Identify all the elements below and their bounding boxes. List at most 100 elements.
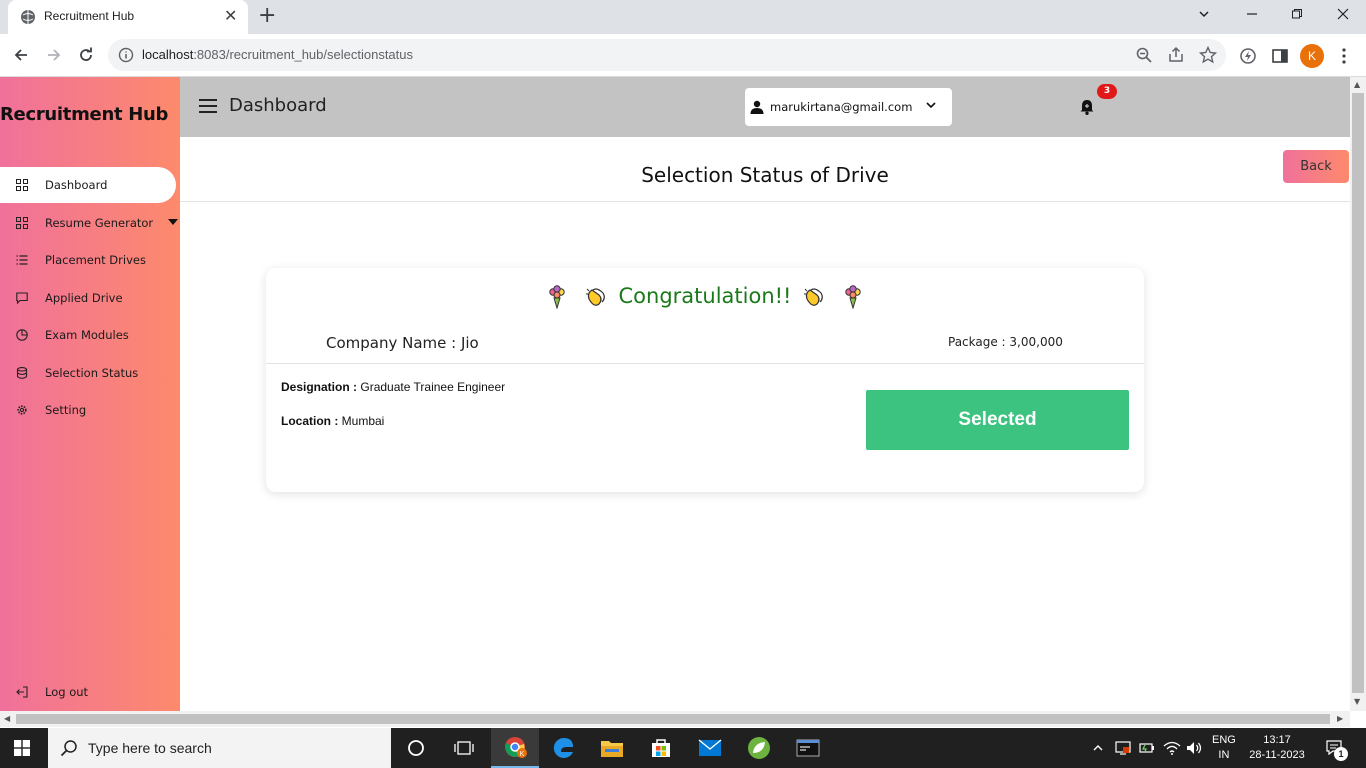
brand-title: Recruitment Hub [0,104,169,125]
battery-icon[interactable] [1139,740,1155,756]
monitor-icon[interactable] [1115,740,1131,756]
scroll-right-icon[interactable]: ▶ [1337,714,1343,723]
bell-icon[interactable] [1079,99,1095,115]
designation-row: Designation : Graduate Trainee Engineer [281,380,505,394]
language-indicator[interactable]: ENG IN [1212,733,1236,763]
package-value: Package : 3,00,000 [948,335,1063,349]
vertical-scroll-thumb[interactable] [1352,93,1364,693]
file-explorer-taskbar-button[interactable] [588,728,636,768]
sidebar-item-label: Setting [45,403,87,417]
chevron-up-icon[interactable] [1092,742,1104,754]
bouquet-icon [549,285,565,309]
page-header: Selection Status of Drive Back [180,137,1350,202]
new-tab-button[interactable]: + [258,4,276,28]
sidebar-item-placement-drives[interactable]: Placement Drives [0,242,176,278]
scroll-left-icon[interactable]: ◀ [4,714,10,723]
side-panel-icon[interactable] [1271,47,1289,65]
zoom-icon[interactable] [1135,46,1153,64]
chevron-down-icon [926,102,936,109]
address-bar[interactable]: localhost:8083/recruitment_hub/selection… [108,39,1226,71]
scroll-up-icon[interactable]: ▲ [1354,80,1360,89]
edge-taskbar-button[interactable] [540,728,588,768]
close-window-button[interactable] [1331,4,1355,26]
congrats-text: Congratulation!! [618,284,792,308]
sidebar-item-setting[interactable]: Setting [0,392,176,428]
selection-status-button[interactable]: Selected [866,390,1129,450]
extension-icon[interactable] [1239,47,1257,65]
url-text[interactable]: localhost:8083/recruitment_hub/selection… [142,47,413,62]
sidebar-item-selection-status[interactable]: Selection Status [0,355,176,391]
forward-nav-button[interactable] [41,42,67,68]
search-icon [60,740,77,757]
back-button[interactable]: Back [1283,150,1349,183]
info-icon[interactable] [118,47,134,63]
reload-button[interactable] [73,42,99,68]
search-placeholder: Type here to search [88,740,212,756]
tab-search-button[interactable] [1192,4,1216,26]
task-view-button[interactable] [440,728,488,768]
logout-icon [16,686,28,698]
user-email: marukirtana@gmail.com [770,100,913,114]
sidebar-item-dashboard[interactable]: Dashboard [0,167,176,203]
tab-close-button[interactable]: ✕ [224,7,237,25]
sidebar: Recruitment Hub Dashboard Resume Generat… [0,77,180,711]
location-row: Location : Mumbai [281,414,384,428]
star-icon[interactable] [1199,46,1217,64]
profile-avatar[interactable]: K [1300,44,1324,68]
spring-taskbar-button[interactable] [735,728,783,768]
edge-icon [553,737,573,758]
restore-button[interactable] [1285,4,1309,26]
sidebar-item-label: Selection Status [45,366,139,380]
browser-tab-strip: Recruitment Hub ✕ + [0,0,1366,34]
designation-label: Designation : [281,380,358,394]
system-clock[interactable]: 13:17 28-11-2023 [1246,733,1308,763]
chrome-taskbar-button[interactable]: K [491,728,539,768]
region-code: IN [1218,749,1230,761]
page-title: Selection Status of Drive [641,163,889,187]
hamburger-menu-icon[interactable] [199,99,217,113]
sidebar-item-label: Resume Generator [45,216,154,230]
mail-icon [698,739,722,756]
designation-value: Graduate Trainee Engineer [360,380,506,394]
sidebar-item-label: Applied Drive [45,291,123,305]
sidebar-item-exam-modules[interactable]: Exam Modules [0,317,176,353]
url-host: localhost [142,47,194,62]
vertical-scrollbar[interactable]: ▲ ▼ [1350,77,1366,711]
folder-icon [601,741,623,757]
list-icon [16,255,28,265]
store-taskbar-button[interactable] [637,728,685,768]
browser-tab[interactable]: Recruitment Hub ✕ [8,0,248,34]
database-icon [16,367,28,379]
cortana-button[interactable] [392,728,440,768]
sidebar-item-label: Placement Drives [45,253,146,267]
horizontal-scrollbar[interactable]: ◀ ▶ [0,711,1350,727]
sidebar-item-resume-generator[interactable]: Resume Generator [0,205,178,241]
sidebar-item-label: Exam Modules [45,328,129,342]
sidebar-item-applied-drive[interactable]: Applied Drive [0,280,176,316]
minimize-button[interactable] [1240,4,1264,26]
terminal-icon [796,739,820,757]
grid-icon [16,217,28,229]
back-nav-button[interactable] [8,42,34,68]
more-menu-icon[interactable] [1337,47,1351,65]
scroll-down-icon[interactable]: ▼ [1354,697,1360,706]
notification-badge: 3 [1097,84,1117,99]
mysql-taskbar-button[interactable] [784,728,832,768]
chrome-icon: K [505,737,527,758]
volume-icon[interactable] [1186,740,1204,756]
wifi-icon[interactable] [1163,740,1181,756]
location-label: Location : [281,414,339,428]
caret-down-icon[interactable] [168,219,178,225]
user-menu-dropdown[interactable]: marukirtana@gmail.com [745,88,952,126]
windows-start-icon[interactable] [14,740,30,756]
horizontal-scroll-thumb[interactable] [16,714,1330,724]
windows-taskbar: Type here to search K ENG IN 13:17 28-11… [0,728,1366,768]
mail-taskbar-button[interactable] [686,728,734,768]
taskbar-search-box[interactable]: Type here to search [48,728,391,768]
share-icon[interactable] [1167,46,1185,64]
app-header: Dashboard marukirtana@gmail.com 3 [180,77,1350,137]
logout-button[interactable]: Log out [0,677,176,707]
user-icon [750,100,764,114]
spring-leaf-icon [748,737,770,759]
chevron-down-icon [1199,11,1209,18]
